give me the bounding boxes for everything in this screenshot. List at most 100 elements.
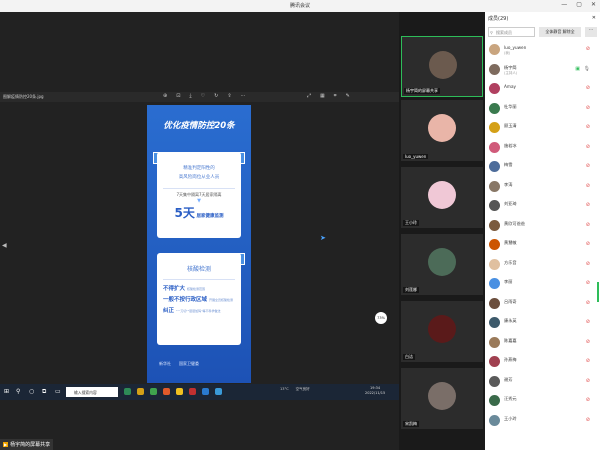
member-search-input[interactable]: ⚲ 搜索成员	[488, 27, 535, 37]
member-row[interactable]: 王小玲 ⊘	[485, 411, 600, 431]
member-row[interactable]: 杜华丽 ⊘	[485, 99, 600, 119]
member-row[interactable]: 汪秀元 ⊘	[485, 391, 600, 411]
member-row[interactable]: Amay ⊘	[485, 79, 600, 99]
mute-all-button[interactable]: 全体静音 解除全	[539, 27, 581, 37]
mic-icon[interactable]: 🎙	[584, 66, 590, 72]
avatar	[489, 122, 500, 133]
member-row[interactable]: 黄慧敏 ⊘	[485, 235, 600, 255]
clock-date: 2022/11/15	[365, 391, 386, 395]
maximize-button[interactable]: ▢	[576, 1, 582, 8]
minimize-button[interactable]: —	[561, 1, 567, 8]
tile-name: 王小玲	[403, 220, 419, 226]
mic-muted-icon[interactable]: ⊘	[586, 378, 590, 384]
mic-muted-icon[interactable]: ⊘	[586, 397, 590, 403]
mic-muted-icon[interactable]: ⊘	[586, 241, 590, 247]
video-tile[interactable]: 刘莲娜	[401, 234, 483, 295]
sharer-label: ▶ 杨宇简的屏幕共享	[0, 439, 54, 450]
mic-muted-icon[interactable]: ⊘	[586, 417, 590, 423]
members-title: 成员(29)	[488, 16, 509, 22]
mic-muted-icon[interactable]: ⊘	[586, 261, 590, 267]
member-name: luo_yuwen	[504, 45, 527, 50]
close-icon[interactable]: ✕	[592, 15, 596, 21]
video-tile[interactable]: 杨宇简的屏幕共享	[401, 36, 483, 97]
close-button[interactable]: ✕	[591, 1, 596, 8]
video-tile[interactable]: 宋凯梅	[401, 368, 483, 429]
video-tile[interactable]: 王小玲	[401, 167, 483, 228]
window-title: 腾讯会议	[289, 3, 310, 9]
avatar	[489, 375, 500, 387]
mic-muted-icon[interactable]: ⊘	[586, 124, 590, 130]
edit-icon[interactable]: ✎	[346, 93, 350, 99]
more-button[interactable]: ···	[585, 27, 597, 37]
member-role: (主持人)	[504, 70, 518, 75]
scrollbar[interactable]	[597, 282, 599, 302]
share-toolbar: 图解疫情防控20条.jpg ⊕ ⊡ ⤓ ♡ ↻ ⇪ ⋯ ⤢ ▦ ⌗ ✎	[0, 92, 399, 102]
mic-muted-icon[interactable]: ⊘	[586, 85, 590, 91]
member-list: luo_yuwen (我) ⊘ 杨宇简 (主持人) ▣ 🎙 Amay ⊘ 杜华丽 ⊘ 顾玉清 ⊘ 施若冰 ⊘…	[485, 40, 600, 450]
app-icon	[189, 388, 196, 395]
heart-icon[interactable]: ♡	[201, 93, 205, 99]
camera-icon[interactable]: ▣	[575, 66, 580, 72]
prev-arrow-icon[interactable]: ◀	[2, 242, 7, 252]
avatar	[489, 102, 500, 114]
grid-icon[interactable]: ▦	[320, 93, 325, 99]
member-row[interactable]: 康永英 ⊘	[485, 313, 600, 333]
video-tile[interactable]: luo_yuwen	[401, 100, 483, 161]
avatar	[428, 248, 456, 276]
monitor-text: 居家健康监测	[196, 214, 224, 219]
poster-logo-b: 国家卫健委	[179, 361, 199, 366]
mic-muted-icon[interactable]: ⊘	[586, 105, 590, 111]
weather-temp: 13°C	[280, 387, 289, 391]
zoom-in-icon[interactable]: ⊕	[163, 93, 167, 99]
mic-muted-icon[interactable]: ⊘	[586, 319, 590, 325]
avatar	[489, 200, 500, 211]
mic-muted-icon[interactable]: ⊘	[586, 163, 590, 169]
download-icon[interactable]: ⤓	[189, 93, 191, 99]
app-icon	[150, 388, 157, 395]
share-icon[interactable]: ⇪	[227, 93, 231, 99]
member-row[interactable]: 吕雨奇 ⊘	[485, 294, 600, 314]
crop-icon[interactable]: ⌗	[334, 93, 337, 99]
divider	[163, 279, 235, 280]
avatar	[428, 315, 456, 343]
mic-muted-icon[interactable]: ⊘	[586, 280, 590, 286]
member-row[interactable]: 顾玉清 ⊘	[485, 118, 600, 138]
poster-card-testing: 核酸检测 不得扩大 核酸检测范围 一般不按行政区域 开展全员核酸检测 纠正 "一…	[157, 253, 241, 345]
video-tile[interactable]: 白洁	[401, 301, 483, 362]
member-row[interactable]: 谢芳 ⊘	[485, 372, 600, 392]
title-bar: 腾讯会议 — ▢ ✕	[0, 0, 600, 12]
search-icon: ⚲	[490, 30, 493, 35]
member-row[interactable]: 梅雪 ⊘	[485, 157, 600, 177]
member-row[interactable]: luo_yuwen (我) ⊘	[485, 40, 600, 60]
shared-taskbar: ⊞ ⚲ ○ ⧉ ▭ 输入搜索内容 13°C 空气良好 19:34 2022/11…	[0, 384, 399, 400]
app-icon	[215, 388, 222, 395]
member-row[interactable]: 黄欣可爸爸 ⊘	[485, 216, 600, 236]
avatar	[429, 51, 457, 79]
fit-icon[interactable]: ⊡	[176, 93, 180, 99]
expand-icon[interactable]: ⤢	[307, 93, 311, 99]
sharer-name: 杨宇简的屏幕共享	[10, 442, 51, 448]
mic-muted-icon[interactable]: ⊘	[586, 222, 590, 228]
mic-muted-icon[interactable]: ⊘	[586, 339, 590, 345]
mic-muted-icon[interactable]: ⊘	[586, 202, 590, 208]
mic-muted-icon[interactable]: ⊘	[586, 183, 590, 189]
member-name: 李丽	[504, 279, 513, 284]
member-row[interactable]: 方乐音 ⊘	[485, 255, 600, 275]
rotate-icon[interactable]: ↻	[214, 93, 218, 99]
member-row[interactable]: 李涛 ⊘	[485, 177, 600, 197]
mic-muted-icon[interactable]: ⊘	[586, 144, 590, 150]
member-name: 汪秀元	[504, 396, 517, 401]
member-row[interactable]: 杨宇简 (主持人) ▣ 🎙	[485, 60, 600, 80]
member-row[interactable]: 孙燕梅 ⊘	[485, 352, 600, 372]
member-row[interactable]: 施若冰 ⊘	[485, 138, 600, 158]
more-icon[interactable]: ⋯	[241, 93, 246, 99]
member-name: 杜华丽	[504, 103, 517, 109]
mic-muted-icon[interactable]: ⊘	[586, 46, 590, 52]
avatar	[489, 317, 500, 328]
member-row[interactable]: 陈嘉嘉 ⊘	[485, 333, 600, 353]
mic-muted-icon[interactable]: ⊘	[586, 358, 590, 364]
member-row[interactable]: 刘亚琦 ⊘	[485, 196, 600, 216]
mic-muted-icon[interactable]: ⊘	[586, 300, 590, 306]
member-row[interactable]: 李丽 ⊘	[485, 274, 600, 294]
avatar	[489, 219, 500, 231]
